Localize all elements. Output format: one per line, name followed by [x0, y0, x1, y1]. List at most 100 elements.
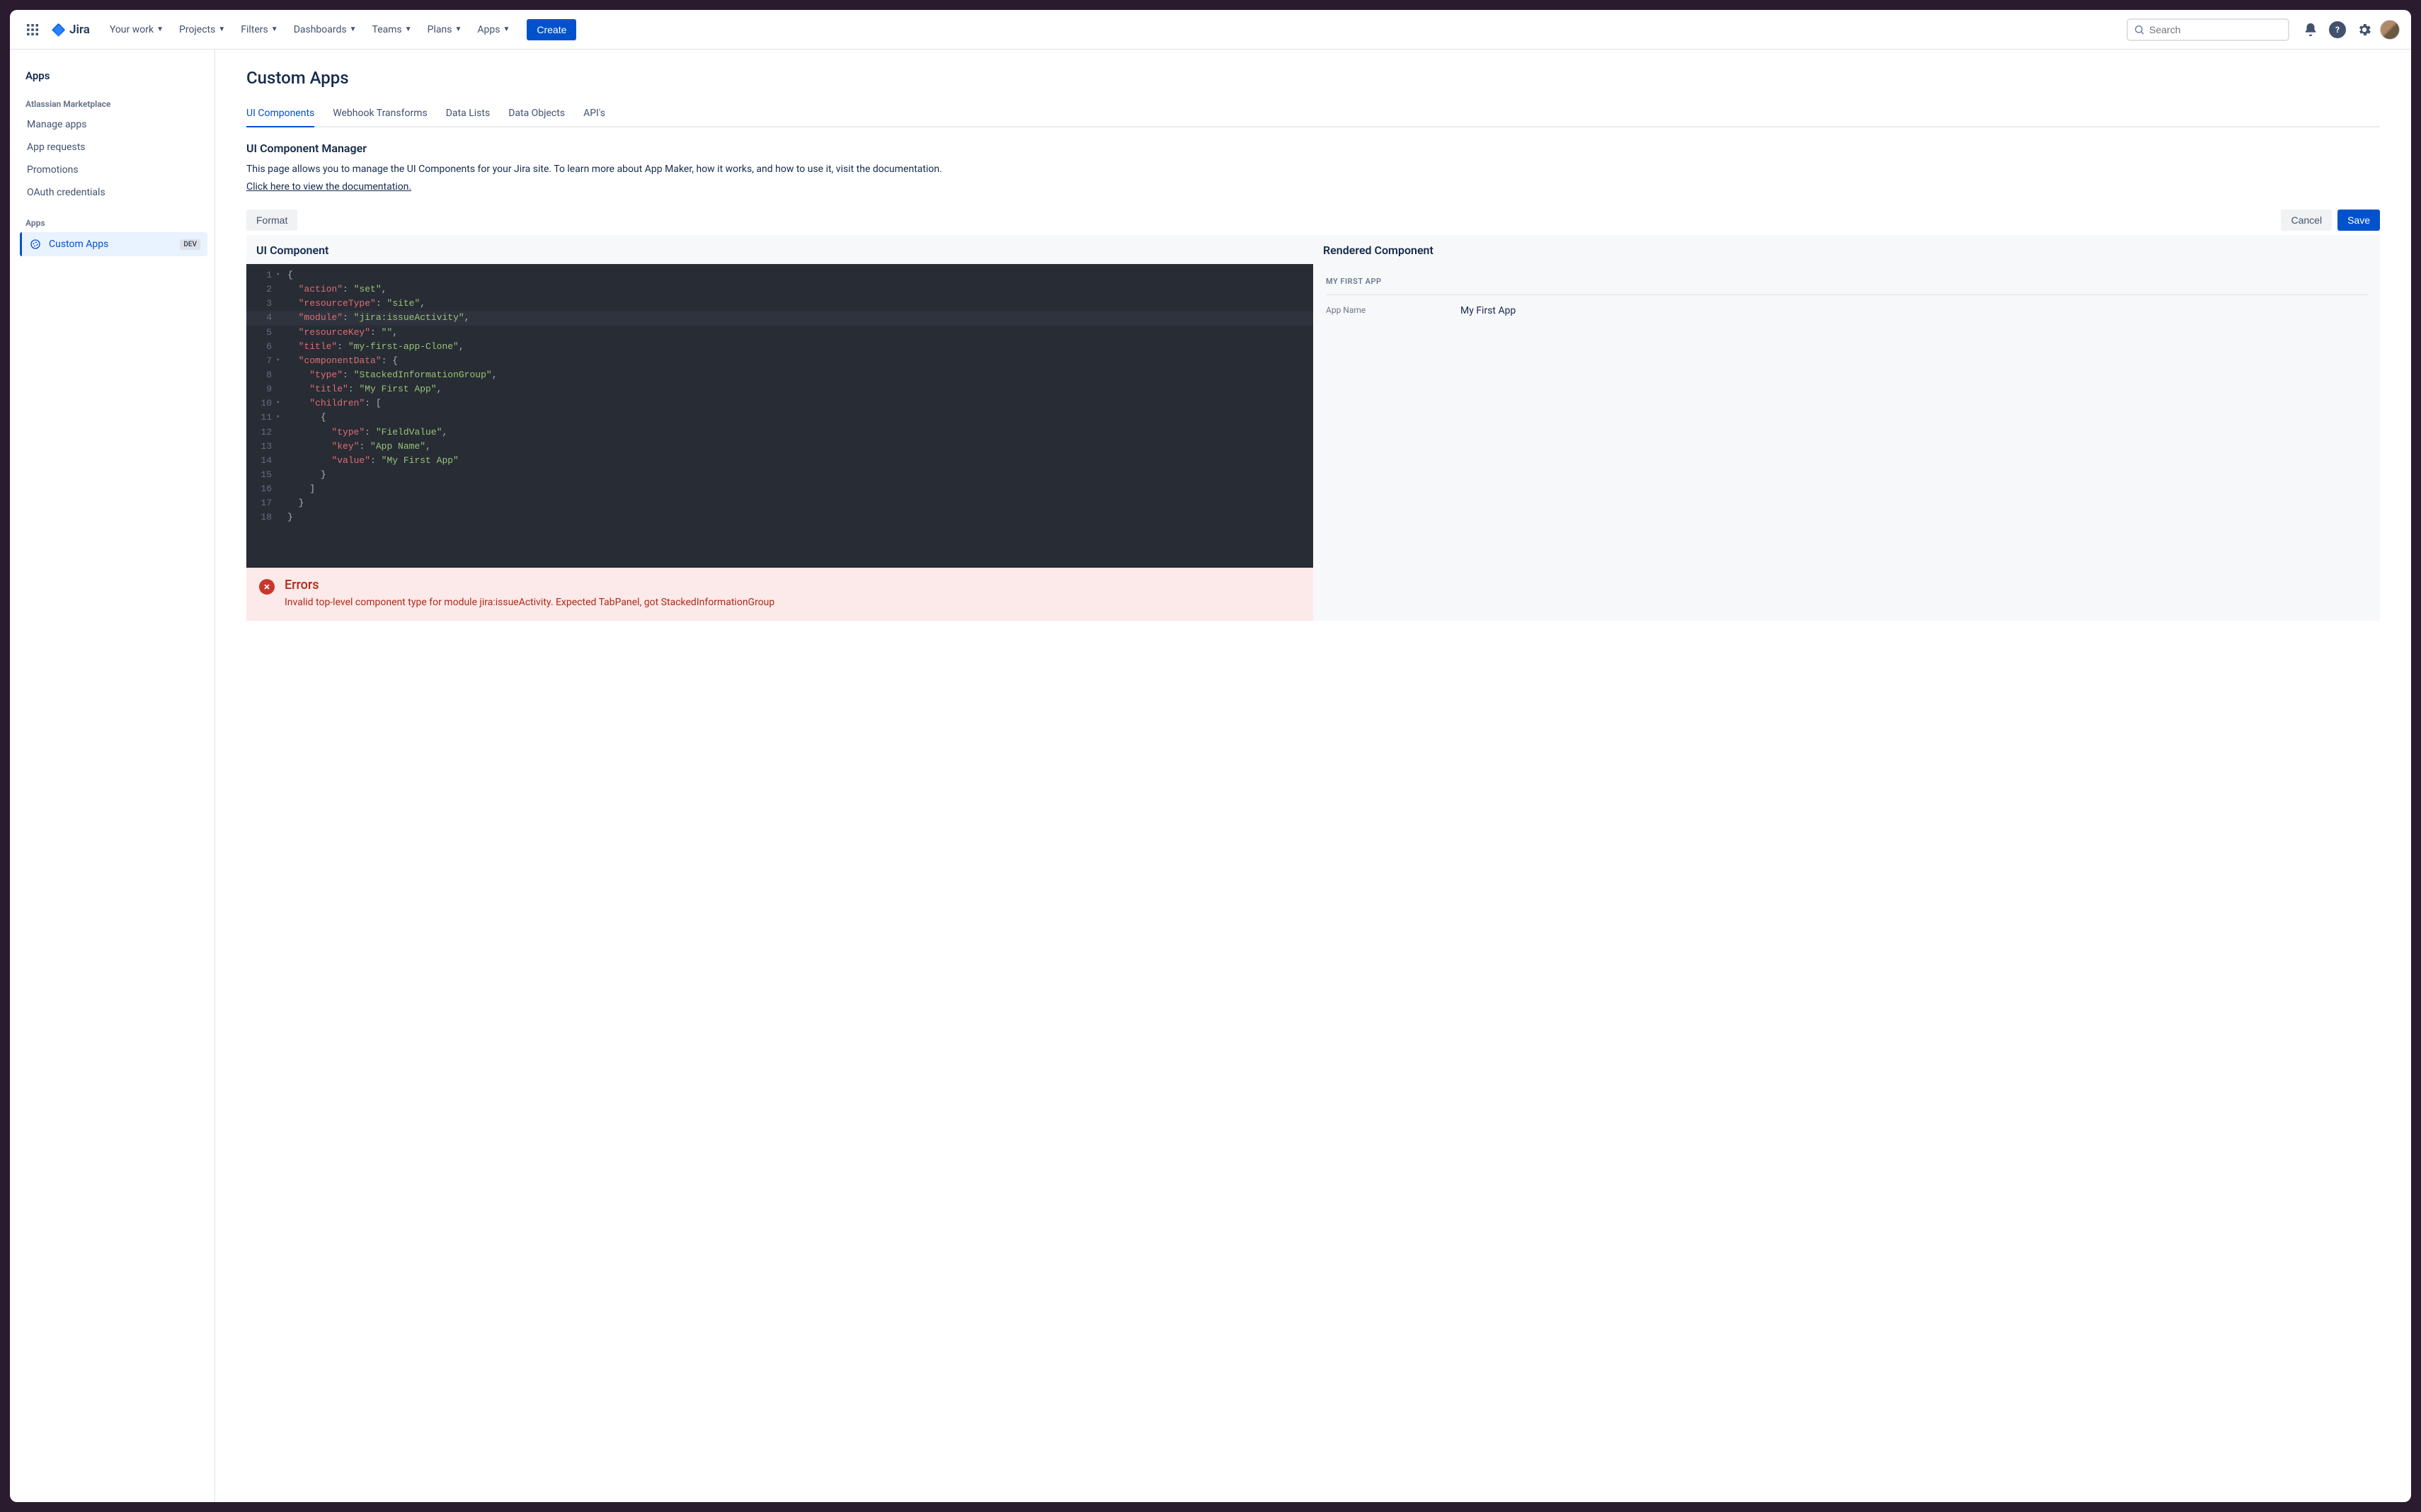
tab-api-s[interactable]: API's — [583, 103, 605, 127]
code-line[interactable]: 8 "type": "StackedInformationGroup", — [246, 368, 1313, 382]
app-window: Jira Your work▼Projects▼Filters▼Dashboar… — [10, 10, 2411, 1502]
fold-icon — [276, 510, 286, 525]
code-content: "children": [ — [286, 396, 382, 411]
nav-item-projects[interactable]: Projects▼ — [172, 20, 232, 40]
chevron-down-icon: ▼ — [218, 25, 225, 33]
code-line[interactable]: 9 "title": "My First App", — [246, 382, 1313, 396]
code-line[interactable]: 12 "type": "FieldValue", — [246, 425, 1313, 440]
sidebar-item-oauth-credentials[interactable]: OAuth credentials — [20, 181, 207, 204]
nav-item-label: Filters — [241, 24, 268, 35]
code-line[interactable]: 18} — [246, 510, 1313, 525]
search-input[interactable] — [2149, 24, 2282, 35]
code-line[interactable]: 11▾ { — [246, 411, 1313, 425]
cancel-button[interactable]: Cancel — [2281, 210, 2332, 231]
sidebar-item-app-requests[interactable]: App requests — [20, 136, 207, 159]
code-editor[interactable]: 1▾{2 "action": "set",3 "resourceType": "… — [246, 264, 1313, 568]
code-line[interactable]: 15 } — [246, 468, 1313, 482]
error-panel: Errors Invalid top-level component type … — [246, 568, 1313, 621]
format-button[interactable]: Format — [246, 210, 297, 231]
line-number: 9 — [246, 382, 276, 396]
jira-logo[interactable]: Jira — [47, 22, 94, 38]
tab-data-lists[interactable]: Data Lists — [446, 103, 490, 127]
ui-component-panel: UI Component 1▾{2 "action": "set",3 "res… — [246, 235, 1313, 621]
code-content: } — [286, 510, 293, 525]
section-heading: UI Component Manager — [246, 142, 2380, 155]
code-line[interactable]: 10▾ "children": [ — [246, 396, 1313, 411]
fold-icon — [276, 382, 286, 396]
chevron-down-icon: ▼ — [271, 25, 278, 33]
nav-item-label: Teams — [372, 24, 402, 35]
nav-item-dashboards[interactable]: Dashboards▼ — [287, 20, 364, 40]
code-content: "type": "StackedInformationGroup", — [286, 368, 498, 382]
code-content: "title": "my-first-app-Clone", — [286, 340, 464, 354]
save-button[interactable]: Save — [2337, 210, 2380, 231]
code-line[interactable]: 17 } — [246, 496, 1313, 510]
create-button[interactable]: Create — [527, 19, 576, 40]
chevron-down-icon: ▼ — [405, 25, 412, 33]
help-icon[interactable]: ? — [2326, 18, 2349, 41]
rendered-group-label: MY FIRST APP — [1326, 270, 2367, 295]
sidebar-title: Apps — [20, 67, 207, 95]
line-number: 18 — [246, 510, 276, 525]
settings-icon[interactable] — [2353, 18, 2376, 41]
documentation-link[interactable]: Click here to view the documentation. — [246, 181, 411, 193]
line-number: 2 — [246, 282, 276, 297]
nav-item-apps[interactable]: Apps▼ — [470, 20, 517, 40]
fold-icon[interactable]: ▾ — [276, 354, 286, 368]
code-line[interactable]: 16 ] — [246, 482, 1313, 496]
line-number: 14 — [246, 454, 276, 468]
nav-item-label: Plans — [428, 24, 452, 35]
tab-ui-components[interactable]: UI Components — [246, 103, 314, 127]
nav-item-teams[interactable]: Teams▼ — [365, 20, 419, 40]
sidebar: Apps Atlassian Marketplace Manage appsAp… — [10, 50, 215, 1502]
code-content: { — [286, 411, 326, 425]
fold-icon[interactable]: ▾ — [276, 396, 286, 411]
code-line[interactable]: 1▾{ — [246, 268, 1313, 282]
fold-icon — [276, 340, 286, 354]
search-box[interactable] — [2127, 18, 2289, 41]
user-avatar[interactable] — [2380, 20, 2400, 40]
code-line[interactable]: 2 "action": "set", — [246, 282, 1313, 297]
fold-icon[interactable]: ▾ — [276, 411, 286, 425]
sidebar-section-apps: Apps — [20, 214, 207, 232]
tab-data-objects[interactable]: Data Objects — [508, 103, 565, 127]
code-line[interactable]: 13 "key": "App Name", — [246, 440, 1313, 454]
nav-item-plans[interactable]: Plans▼ — [420, 20, 469, 40]
code-line[interactable]: 5 "resourceKey": "", — [246, 326, 1313, 340]
nav-item-your-work[interactable]: Your work▼ — [103, 20, 171, 40]
tab-webhook-transforms[interactable]: Webhook Transforms — [333, 103, 427, 127]
line-number: 15 — [246, 468, 276, 482]
page-title: Custom Apps — [246, 68, 2380, 88]
nav-item-filters[interactable]: Filters▼ — [234, 20, 285, 40]
notifications-icon[interactable] — [2299, 18, 2322, 41]
fold-icon — [276, 282, 286, 297]
code-line[interactable]: 7▾ "componentData": { — [246, 354, 1313, 368]
chevron-down-icon: ▼ — [454, 25, 462, 33]
rendered-panel-title: Rendered Component — [1313, 235, 2380, 264]
chevron-down-icon: ▼ — [350, 25, 357, 33]
fold-icon[interactable]: ▾ — [276, 268, 286, 282]
ui-component-panel-title: UI Component — [246, 235, 1313, 264]
fold-icon — [276, 297, 286, 311]
nav-item-label: Projects — [179, 24, 215, 35]
code-line[interactable]: 4 "module": "jira:issueActivity", — [246, 311, 1313, 325]
error-icon — [259, 579, 275, 595]
line-number: 11 — [246, 411, 276, 425]
line-number: 8 — [246, 368, 276, 382]
line-number: 12 — [246, 425, 276, 440]
app-switcher-icon[interactable] — [21, 18, 44, 41]
sidebar-item-custom-apps[interactable]: Custom Apps DEV — [20, 232, 207, 256]
dev-badge: DEV — [180, 239, 200, 250]
code-content: "action": "set", — [286, 282, 387, 297]
code-line[interactable]: 3 "resourceType": "site", — [246, 297, 1313, 311]
code-line[interactable]: 14 "value": "My First App" — [246, 454, 1313, 468]
fold-icon — [276, 311, 286, 325]
jira-logo-text: Jira — [69, 23, 90, 37]
custom-apps-icon — [29, 238, 42, 251]
sidebar-item-promotions[interactable]: Promotions — [20, 159, 207, 181]
line-number: 1 — [246, 268, 276, 282]
rendered-field-label: App Name — [1326, 305, 1460, 316]
code-line[interactable]: 6 "title": "my-first-app-Clone", — [246, 340, 1313, 354]
code-content: "module": "jira:issueActivity", — [286, 311, 469, 325]
sidebar-item-manage-apps[interactable]: Manage apps — [20, 113, 207, 136]
